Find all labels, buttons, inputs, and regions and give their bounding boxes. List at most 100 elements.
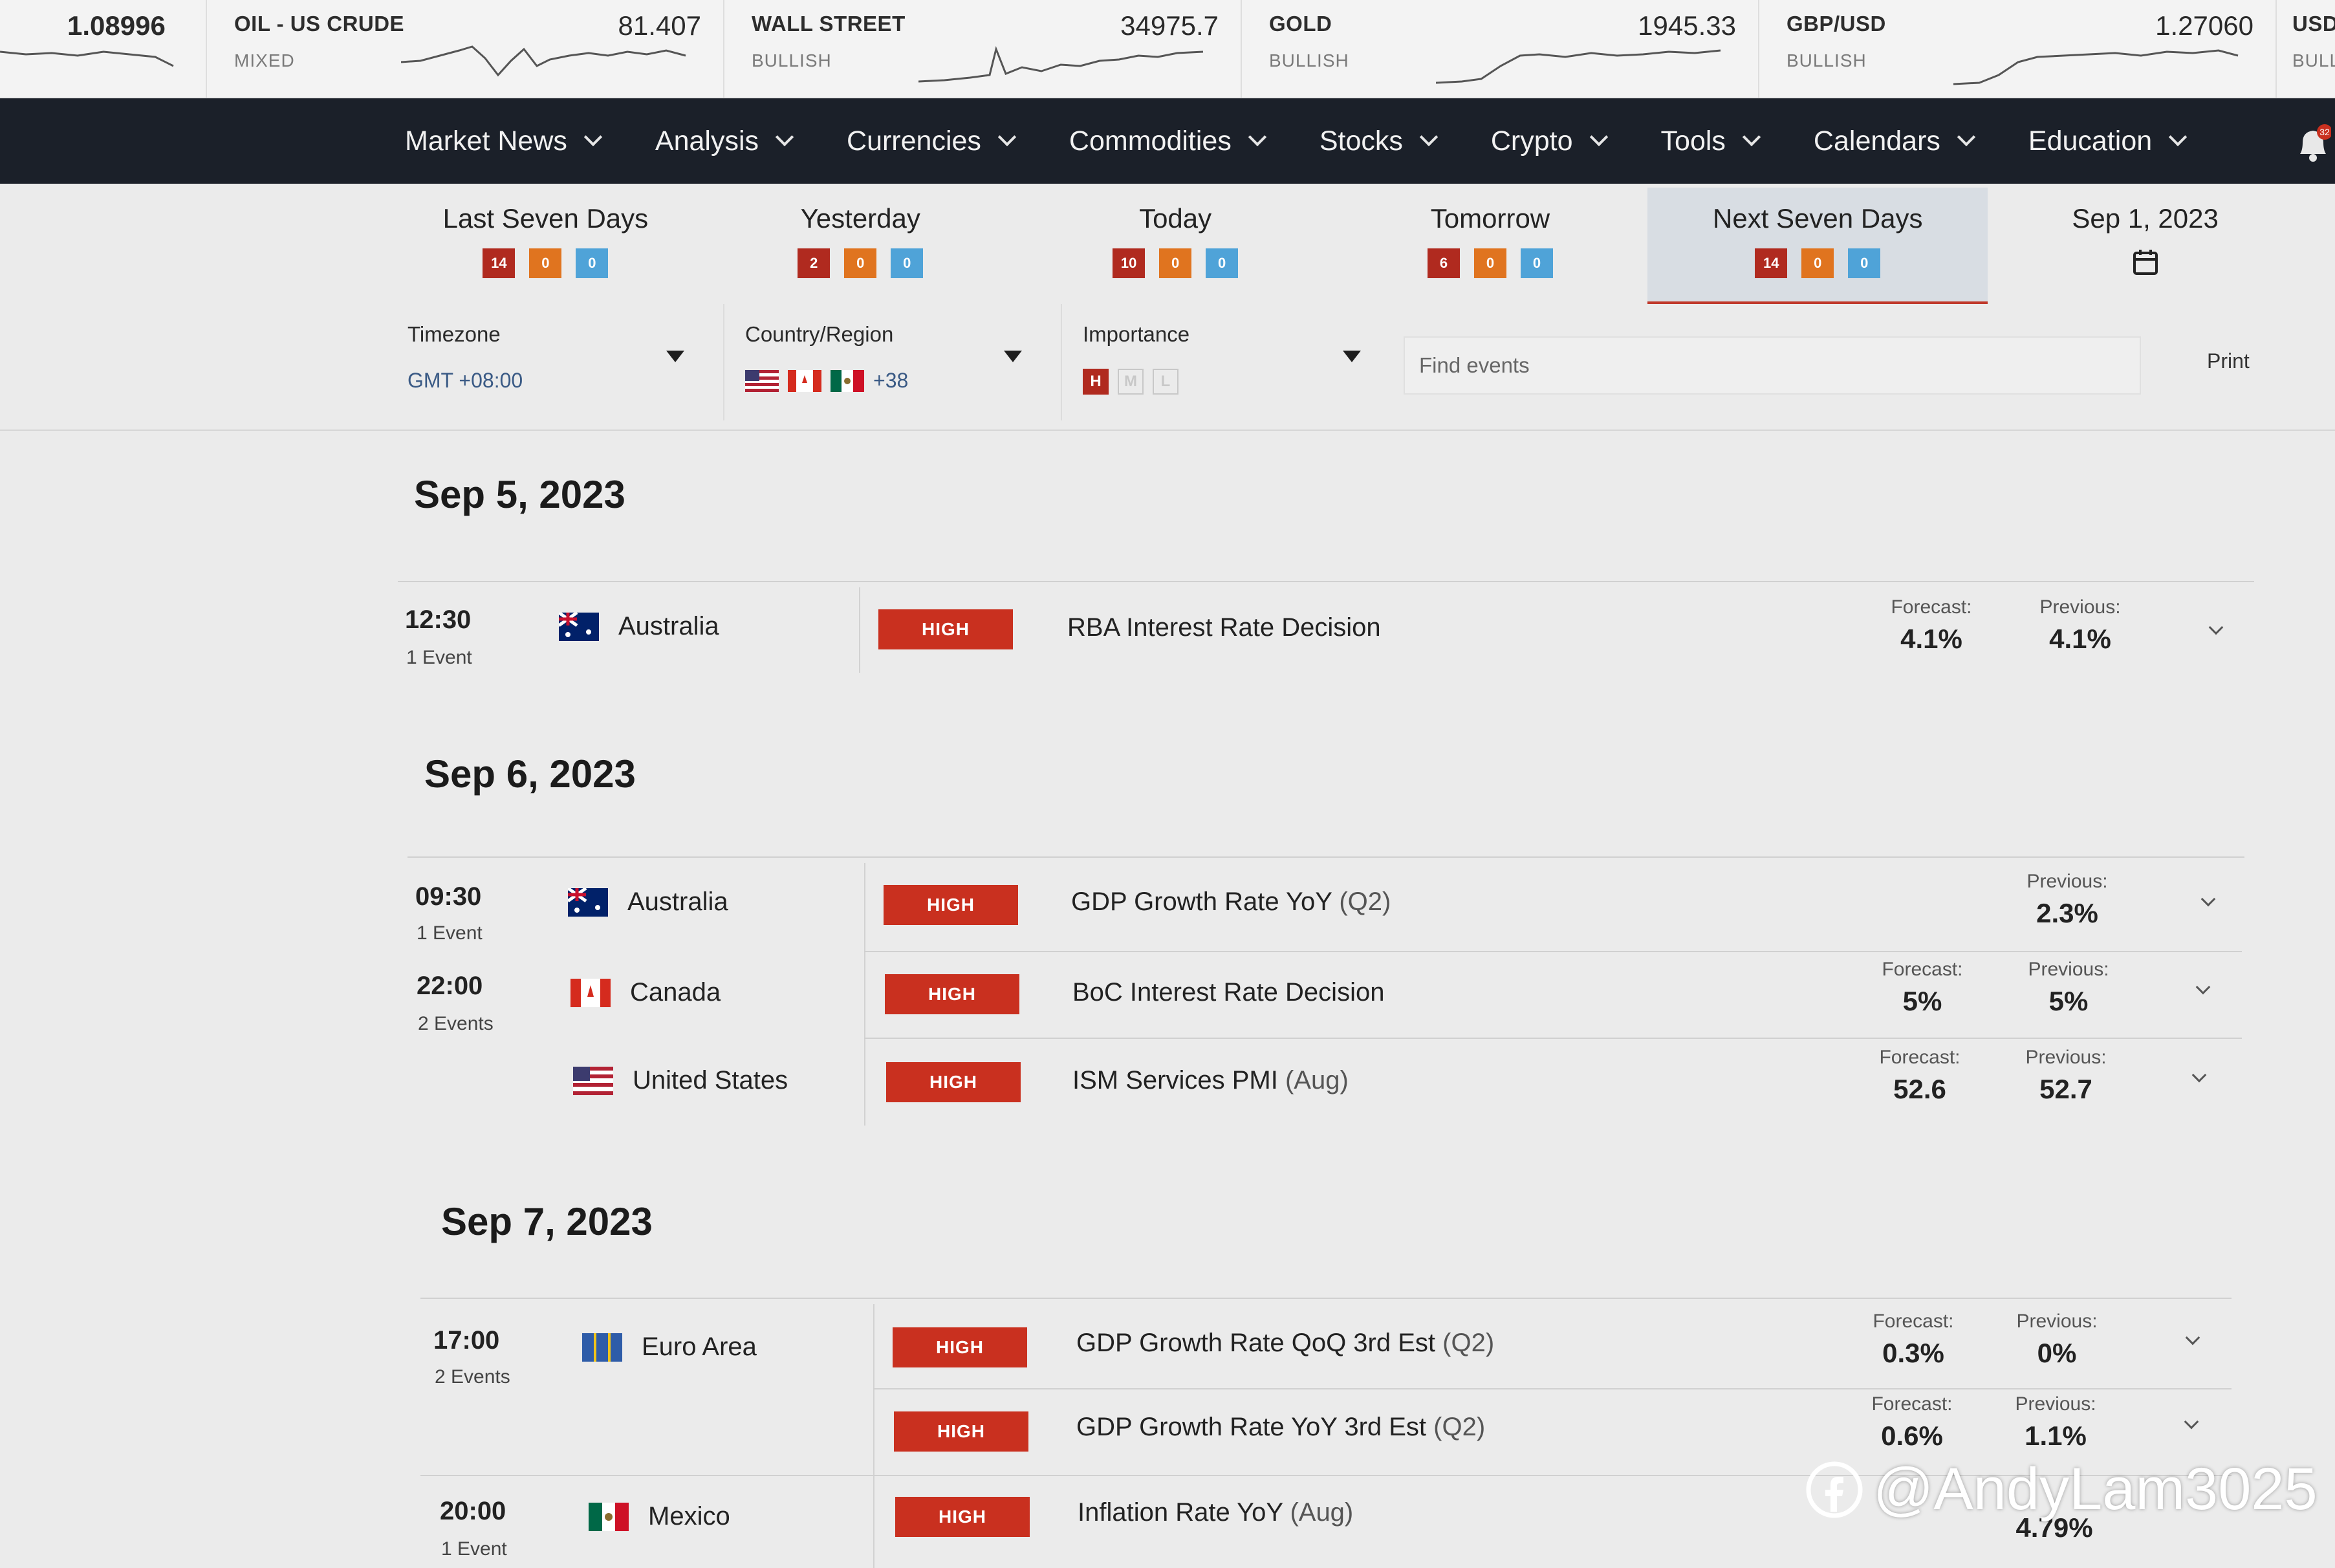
country-region-select[interactable]: Country/Region +38 [726, 304, 1062, 420]
chevron-down-icon [1589, 127, 1608, 147]
facebook-logo-icon [1806, 1461, 1863, 1518]
low-count-badge: 0 [1848, 248, 1881, 278]
country-name: Mexico [648, 1502, 730, 1530]
event-name[interactable]: RBA Interest Rate Decision [1067, 613, 1381, 642]
chevron-down-icon [1248, 127, 1266, 147]
importance-high-badge: HIGH [878, 609, 1013, 649]
nav-item-crypto[interactable]: Crypto [1491, 125, 1608, 157]
chevron-down-icon [775, 127, 794, 147]
chevron-down-icon[interactable] [2208, 620, 2224, 635]
event-name[interactable]: Inflation Rate YoY (Aug) [1078, 1498, 1353, 1527]
ticker-sparkline [401, 45, 686, 77]
tab-last-seven-days[interactable]: Last Seven Days 14 0 0 [388, 188, 703, 304]
importance-low-toggle[interactable]: L [1153, 369, 1178, 395]
nav-item-market-news[interactable]: Market News [405, 125, 603, 157]
event-country: Mexico [589, 1502, 730, 1531]
tab-next-seven-days[interactable]: Next Seven Days 14 0 0 [1647, 188, 1988, 304]
medium-count-badge: 0 [844, 248, 877, 278]
row-divider [420, 1298, 2232, 1299]
event-time: 09:30 [415, 882, 482, 911]
event-time: 20:00 [440, 1497, 506, 1525]
event-count: 1 Event [406, 647, 472, 668]
event-name[interactable]: GDP Growth Rate YoY (Q2) [1071, 887, 1391, 917]
print-button[interactable]: Print [2207, 349, 2250, 373]
nav-item-calendars[interactable]: Calendars [1814, 125, 1976, 157]
previous-value: 5% [2048, 986, 2089, 1016]
event-name[interactable]: ISM Services PMI (Aug) [1072, 1066, 1349, 1095]
canada-flag-icon [570, 978, 611, 1007]
chevron-down-icon [1419, 127, 1439, 147]
column-separator [859, 587, 860, 673]
nav-item-currencies[interactable]: Currencies [847, 125, 1017, 157]
ticker-sparkline [1953, 49, 2239, 85]
ticker-item-oil[interactable]: OIL - US CRUDE MIXED 81.407 [207, 0, 724, 98]
ticker-item-gbpusd[interactable]: GBP/USD BULLISH 1.27060 [1759, 0, 2277, 98]
event-count: 1 Event [441, 1538, 507, 1560]
chevron-down-icon [997, 127, 1017, 147]
forecast-label: Forecast: [1891, 596, 1972, 618]
event-period: (Q2) [1442, 1329, 1495, 1357]
previous-label: Previous: [2016, 1311, 2098, 1332]
importance-select[interactable]: Importance H M L [1063, 304, 1400, 420]
column-separator [864, 863, 865, 1126]
main-nav: Market News Analysis Currencies Commodit… [0, 98, 2335, 184]
nav-item-tools[interactable]: Tools [1660, 125, 1761, 157]
date-range-tabs: Last Seven Days 14 0 0 Yesterday 2 0 0 T… [388, 188, 2303, 304]
nav-item-stocks[interactable]: Stocks [1319, 125, 1439, 157]
previous-value: 2.3% [2036, 898, 2098, 928]
caret-down-icon [1343, 351, 1361, 362]
importance-medium-toggle[interactable]: M [1118, 369, 1144, 395]
nav-label: Analysis [655, 125, 759, 157]
watermark-text: @AndyLam3025 [1873, 1456, 2318, 1522]
filter-label: Timezone [407, 322, 501, 346]
nav-item-commodities[interactable]: Commodities [1069, 125, 1266, 157]
nav-label: Stocks [1319, 125, 1403, 157]
event-name[interactable]: GDP Growth Rate YoY 3rd Est (Q2) [1076, 1413, 1485, 1442]
nav-item-education[interactable]: Education [2028, 125, 2188, 157]
tab-today[interactable]: Today 10 0 0 [1018, 188, 1333, 304]
ticker-item-eurusd[interactable]: 1.08996 [0, 0, 207, 98]
filter-label: Country/Region [745, 322, 894, 346]
event-name[interactable]: GDP Growth Rate QoQ 3rd Est (Q2) [1076, 1329, 1494, 1358]
ticker-item-wall-street[interactable]: WALL STREET BULLISH 34975.7 [724, 0, 1242, 98]
ticker-item-usd[interactable]: USD BULL [2277, 0, 2335, 98]
event-count: 1 Event [417, 922, 483, 944]
calendar-icon [2133, 250, 2158, 275]
australia-flag-icon [568, 887, 608, 917]
tab-yesterday[interactable]: Yesterday 2 0 0 [703, 188, 1018, 304]
timezone-select[interactable]: Timezone GMT +08:00 [388, 304, 724, 420]
notification-count: 32 [2319, 127, 2330, 137]
tab-label: Yesterday [800, 203, 920, 234]
ticker-item-gold[interactable]: GOLD BULLISH 1945.33 [1242, 0, 1759, 98]
tab-date-picker[interactable]: Sep 1, 2023 [1988, 188, 2303, 304]
event-period: (Q2) [1339, 887, 1391, 916]
event-period: (Aug) [1285, 1066, 1349, 1094]
australia-flag-icon [559, 612, 599, 641]
previous-label: Previous: [2026, 871, 2108, 892]
high-count-badge: 2 [798, 248, 831, 278]
market-ticker: 1.08996 OIL - US CRUDE MIXED 81.407 WALL… [0, 0, 2335, 98]
chevron-down-icon[interactable] [2191, 1067, 2207, 1083]
event-country: Canada [570, 978, 721, 1007]
forecast-value: 0.3% [1882, 1338, 1944, 1368]
chevron-down-icon[interactable] [2185, 1330, 2200, 1345]
high-count-badge: 14 [1755, 248, 1788, 278]
chevron-down-icon[interactable] [2195, 979, 2211, 995]
nav-label: Tools [1660, 125, 1726, 157]
chevron-down-icon[interactable] [2200, 891, 2216, 907]
bell-icon[interactable]: 32 [2295, 124, 2331, 163]
tab-tomorrow[interactable]: Tomorrow 6 0 0 [1333, 188, 1648, 304]
high-count-badge: 6 [1427, 248, 1460, 278]
nav-item-analysis[interactable]: Analysis [655, 125, 794, 157]
previous-value: 4.1% [2049, 624, 2111, 654]
ticker-price: 1.08996 [67, 10, 166, 41]
importance-high-toggle[interactable]: H [1083, 369, 1109, 395]
forecast-label: Forecast: [1871, 1393, 1953, 1415]
event-title: RBA Interest Rate Decision [1067, 613, 1381, 642]
chevron-down-icon[interactable] [2184, 1414, 2199, 1430]
find-events-input[interactable]: Find events [1404, 336, 2141, 395]
event-name[interactable]: BoC Interest Rate Decision [1072, 978, 1384, 1007]
previous-value: 0% [2037, 1338, 2077, 1368]
ticker-sparkline [918, 46, 1204, 83]
event-period: (Q2) [1433, 1413, 1486, 1441]
